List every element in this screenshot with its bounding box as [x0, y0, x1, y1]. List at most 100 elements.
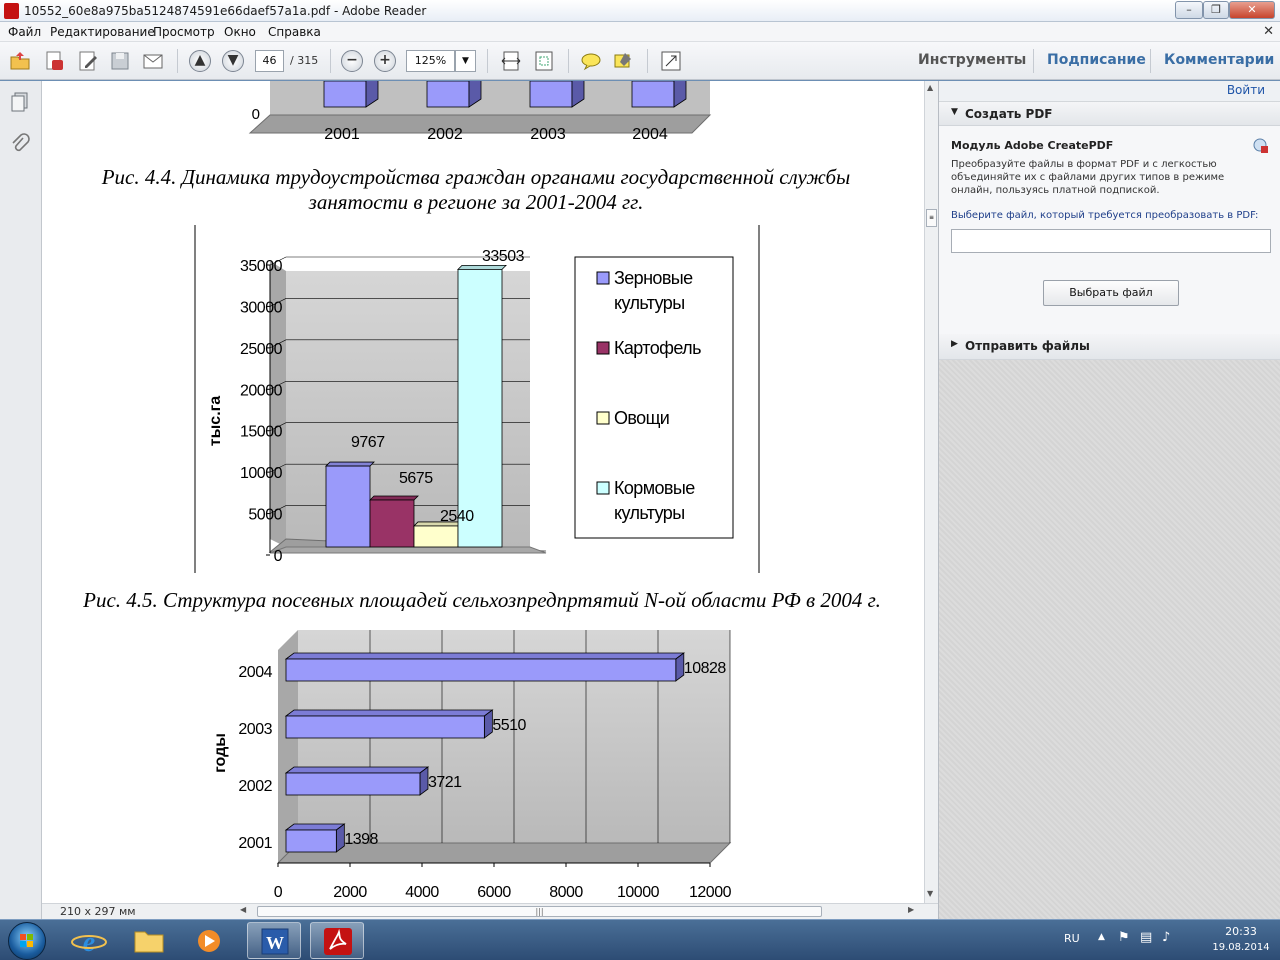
- menu-view[interactable]: Просмотр: [153, 25, 215, 39]
- document-close-icon[interactable]: ✕: [1263, 24, 1274, 39]
- previous-page-button[interactable]: ▲: [189, 50, 211, 72]
- module-description: Преобразуйте файлы в формат PDF и с легк…: [951, 159, 1225, 196]
- y-tick-label: 2004: [238, 664, 272, 681]
- action-center-flag-icon[interactable]: ⚑: [1118, 930, 1130, 945]
- horizontal-scroll-thumb[interactable]: |||: [257, 906, 822, 917]
- legend-label: Картофель: [614, 338, 701, 358]
- data-label: 33503: [482, 248, 525, 265]
- taskbar-explorer[interactable]: [122, 922, 176, 959]
- highlight-icon[interactable]: [611, 49, 635, 73]
- create-pdf-icon[interactable]: [42, 49, 66, 73]
- attachments-paperclip-icon[interactable]: [10, 133, 30, 155]
- tray-expand-icon[interactable]: ▲: [1098, 932, 1105, 942]
- page-number-input[interactable]: 46: [255, 50, 284, 72]
- bar-top: [369, 495, 419, 501]
- taskbar-word[interactable]: W: [247, 922, 301, 959]
- x-tick-label: 10000: [617, 884, 660, 901]
- x-tick-label: 2002: [427, 126, 463, 143]
- clock-time[interactable]: 20:33: [1206, 925, 1276, 938]
- zoom-level-input[interactable]: 125%: [406, 50, 455, 72]
- send-files-header[interactable]: ▶ Отправить файлы: [939, 334, 1280, 360]
- media-player-icon: [198, 930, 220, 952]
- edit-icon[interactable]: [76, 49, 100, 73]
- network-icon[interactable]: ▤: [1140, 930, 1152, 945]
- next-page-button[interactable]: ▼: [222, 50, 244, 72]
- document-view[interactable]: 0 2001 2002 2003 2004 Рис. 4.4. Динамика тр…: [42, 81, 924, 903]
- navigation-panel: [0, 81, 42, 919]
- sign-link[interactable]: Подписание: [1047, 52, 1146, 68]
- start-button[interactable]: [8, 922, 46, 960]
- zoom-out-button[interactable]: −: [341, 50, 363, 72]
- pages-thumbnail-icon[interactable]: [9, 91, 31, 113]
- close-button[interactable]: ✕: [1229, 1, 1275, 19]
- legend-swatch: [596, 481, 610, 495]
- clock-date[interactable]: 19.08.2014: [1206, 942, 1276, 953]
- taskbar-internet-explorer[interactable]: e: [62, 922, 116, 959]
- maximize-button[interactable]: ❐: [1203, 1, 1229, 19]
- comment-icon[interactable]: [579, 49, 603, 73]
- tools-pane: Войти ▼ Создать PDF Модуль Adobe CreateP…: [938, 81, 1280, 919]
- menu-window[interactable]: Окно: [224, 25, 256, 39]
- word-icon: W: [261, 928, 289, 955]
- data-label: 3721: [428, 774, 462, 791]
- bar: [285, 829, 337, 853]
- y-axis-label: годы: [212, 733, 229, 773]
- svg-text:e: e: [83, 927, 95, 958]
- language-indicator[interactable]: RU: [1064, 932, 1080, 945]
- data-label: 5675: [399, 470, 433, 487]
- bar-top: [325, 461, 375, 467]
- legend-swatch: [596, 411, 610, 425]
- comments-link[interactable]: Комментарии: [1164, 52, 1274, 68]
- scroll-right-icon[interactable]: ▶: [908, 905, 914, 914]
- x-tick-label: 0: [274, 884, 283, 901]
- scroll-up-icon[interactable]: ▲: [927, 83, 933, 92]
- menu-help[interactable]: Справка: [268, 25, 321, 39]
- title-bar: 10552_60e8a975ba5124874591e66daef57a1a.p…: [0, 0, 1280, 22]
- fit-width-icon[interactable]: [499, 49, 523, 73]
- chart-by-years: 10828 5510 3721 1398 2004 2003 2002 2001 0 2000…: [212, 630, 732, 901]
- y-tick-label: 30000: [240, 299, 283, 316]
- taskbar: e W RU ▲ ⚑ ▤ ♪ 20:33 19.08.2014: [0, 919, 1280, 960]
- bar: [325, 465, 371, 548]
- legend-label: Овощи: [614, 408, 669, 428]
- open-icon[interactable]: [8, 49, 32, 73]
- y-tick-label: 20000: [240, 382, 283, 399]
- zoom-in-button[interactable]: +: [374, 50, 396, 72]
- bar: [285, 715, 485, 739]
- sign-in-link[interactable]: Войти: [1227, 83, 1265, 97]
- fullscreen-icon[interactable]: [659, 49, 683, 73]
- scroll-down-icon[interactable]: ▼: [927, 889, 933, 898]
- x-tick-label: 6000: [477, 884, 511, 901]
- tools-link[interactable]: Инструменты: [918, 52, 1026, 68]
- chart-employment-partial: 0 2001 2002 2003 2004: [248, 81, 712, 143]
- taskbar-media-player[interactable]: [182, 922, 236, 959]
- menu-edit[interactable]: Редактирование: [50, 25, 155, 39]
- email-icon[interactable]: [141, 49, 165, 73]
- zoom-dropdown-chevron-icon[interactable]: ▼: [455, 50, 476, 72]
- save-icon[interactable]: [108, 49, 132, 73]
- volume-icon[interactable]: ♪: [1162, 930, 1170, 945]
- y-tick-label: 15000: [240, 424, 283, 441]
- fit-page-icon[interactable]: [532, 49, 556, 73]
- x-tick-label: 2000: [333, 884, 367, 901]
- bar: [285, 658, 677, 682]
- y-tick-label: 5000: [248, 507, 282, 524]
- adobe-reader-icon: [324, 928, 352, 955]
- scroll-left-icon[interactable]: ◀: [240, 905, 246, 914]
- create-pdf-header[interactable]: ▼ Создать PDF: [939, 102, 1280, 126]
- bar-top: [284, 709, 494, 717]
- data-label: 2540: [440, 508, 474, 525]
- file-path-input[interactable]: [951, 229, 1271, 253]
- scroll-thumb[interactable]: ≡: [926, 209, 937, 227]
- taskbar-adobe-reader[interactable]: [310, 922, 364, 959]
- module-title: Модуль Adobe CreatePDF: [951, 139, 1114, 152]
- bar-top: [284, 652, 686, 660]
- window-title: 10552_60e8a975ba5124874591e66daef57a1a.p…: [24, 4, 427, 18]
- choose-file-button[interactable]: Выбрать файл: [1043, 280, 1179, 306]
- horizontal-scrollbar[interactable]: 210 x 297 мм ◀ ||| ▶: [42, 903, 938, 919]
- folder-icon: [134, 931, 164, 953]
- menu-file[interactable]: Файл: [8, 25, 41, 39]
- minimize-button[interactable]: –: [1175, 1, 1203, 19]
- vertical-scrollbar[interactable]: ▲ ≡ ▼: [924, 81, 938, 903]
- select-file-label: Выберите файл, который требуется преобра…: [951, 210, 1259, 221]
